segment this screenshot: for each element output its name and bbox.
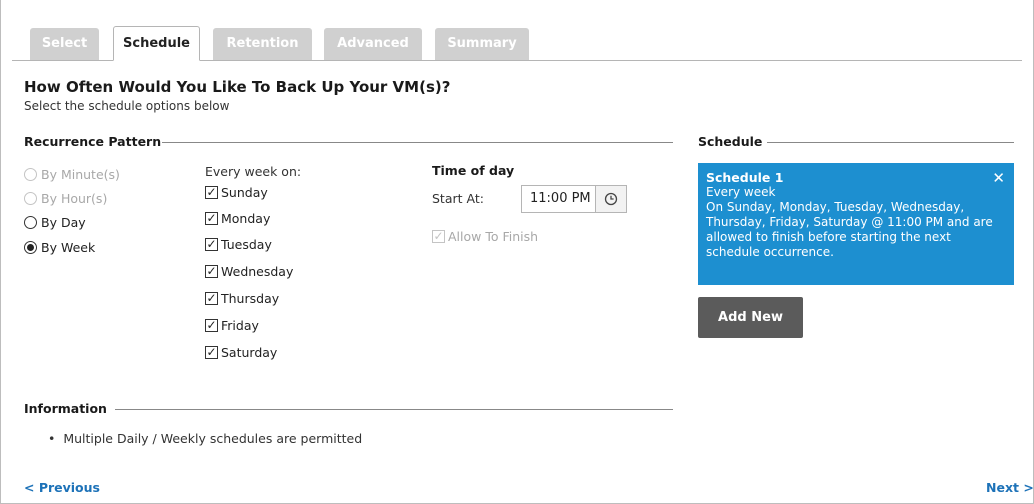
schedule-card[interactable]: Schedule 1 Every week On Sunday, Monday,…: [698, 163, 1014, 285]
checkmark-icon[interactable]: ✓: [205, 345, 218, 359]
radio-label: By Week: [41, 239, 96, 255]
checkbox-label: Friday: [221, 317, 259, 333]
week-label: Every week on:: [205, 164, 302, 179]
checkbox-label: Wednesday: [221, 263, 294, 279]
radio-button[interactable]: [24, 167, 37, 181]
checkbox-allow-to-finish[interactable]: ✓ Allow To Finish: [432, 227, 538, 245]
checkmark-icon[interactable]: ✓: [205, 264, 218, 278]
start-time-picker[interactable]: 11:00 PM: [521, 185, 627, 213]
radio-by-hour[interactable]: By Hour(s): [24, 189, 107, 207]
checkmark-icon[interactable]: ✓: [205, 318, 218, 332]
schedule-section-title: Schedule: [698, 134, 763, 149]
checkbox-monday[interactable]: ✓ Monday: [205, 209, 270, 227]
information-rule: [115, 409, 673, 410]
start-at-label: Start At:: [432, 191, 484, 206]
checkbox-label: Monday: [221, 210, 271, 226]
tab-summary[interactable]: Summary: [435, 28, 529, 60]
bullet: •: [48, 431, 56, 446]
checkbox-label: Saturday: [221, 344, 278, 360]
page-title: How Often Would You Like To Back Up Your…: [24, 78, 451, 96]
tab-retention[interactable]: Retention: [213, 28, 312, 60]
radio-button[interactable]: [24, 215, 37, 229]
checkbox-label: Sunday: [221, 184, 268, 200]
page-subtitle: Select the schedule options below: [24, 99, 230, 113]
schedule-card-frequency: Every week: [706, 185, 776, 199]
checkmark-icon[interactable]: ✓: [205, 291, 218, 305]
checkbox-label: Thursday: [221, 290, 280, 306]
radio-by-day[interactable]: By Day: [24, 213, 86, 231]
checkmark-icon[interactable]: ✓: [205, 237, 218, 251]
tab-advanced[interactable]: Advanced: [324, 28, 422, 60]
tab-schedule[interactable]: Schedule: [113, 26, 200, 61]
recurrence-rule: [162, 142, 673, 143]
radio-label: By Hour(s): [41, 190, 108, 206]
next-link[interactable]: Next >: [986, 480, 1034, 495]
radio-button[interactable]: [24, 240, 37, 254]
checkbox-sunday[interactable]: ✓ Sunday: [205, 183, 268, 201]
radio-label: By Minute(s): [41, 166, 120, 182]
information-item-text: Multiple Daily / Weekly schedules are pe…: [63, 431, 363, 446]
checkmark-icon[interactable]: ✓: [432, 229, 445, 243]
information-section-title: Information: [24, 401, 107, 416]
time-of-day-title: Time of day: [432, 163, 515, 178]
start-time-input[interactable]: 11:00 PM: [522, 186, 595, 212]
previous-link[interactable]: < Previous: [24, 480, 100, 495]
checkmark-icon[interactable]: ✓: [205, 211, 218, 225]
radio-by-minute[interactable]: By Minute(s): [24, 165, 120, 183]
wizard-tabs: Select Schedule Retention Advanced Summa…: [0, 0, 1034, 61]
tab-select[interactable]: Select: [30, 28, 99, 60]
radio-button[interactable]: [24, 191, 37, 205]
add-new-button[interactable]: Add New: [698, 297, 803, 338]
clock-button[interactable]: [595, 186, 626, 212]
checkbox-wednesday[interactable]: ✓ Wednesday: [205, 262, 293, 280]
schedule-card-description: On Sunday, Monday, Tuesday, Wednesday, T…: [706, 200, 993, 259]
schedule-card-title: Schedule 1: [706, 170, 784, 185]
close-icon[interactable]: ✕: [992, 169, 1005, 187]
checkbox-tuesday[interactable]: ✓ Tuesday: [205, 235, 272, 253]
checkbox-label: Allow To Finish: [448, 228, 539, 244]
checkbox-friday[interactable]: ✓ Friday: [205, 316, 259, 334]
radio-by-week[interactable]: By Week: [24, 238, 95, 256]
information-item: • Multiple Daily / Weekly schedules are …: [48, 431, 362, 446]
checkbox-thursday[interactable]: ✓ Thursday: [205, 289, 279, 307]
checkbox-label: Tuesday: [221, 236, 272, 252]
clock-icon: [604, 192, 618, 206]
recurrence-section-title: Recurrence Pattern: [24, 134, 162, 149]
checkmark-icon[interactable]: ✓: [205, 185, 218, 199]
radio-label: By Day: [41, 214, 86, 230]
checkbox-saturday[interactable]: ✓ Saturday: [205, 343, 277, 361]
schedule-rule: [767, 142, 1014, 143]
